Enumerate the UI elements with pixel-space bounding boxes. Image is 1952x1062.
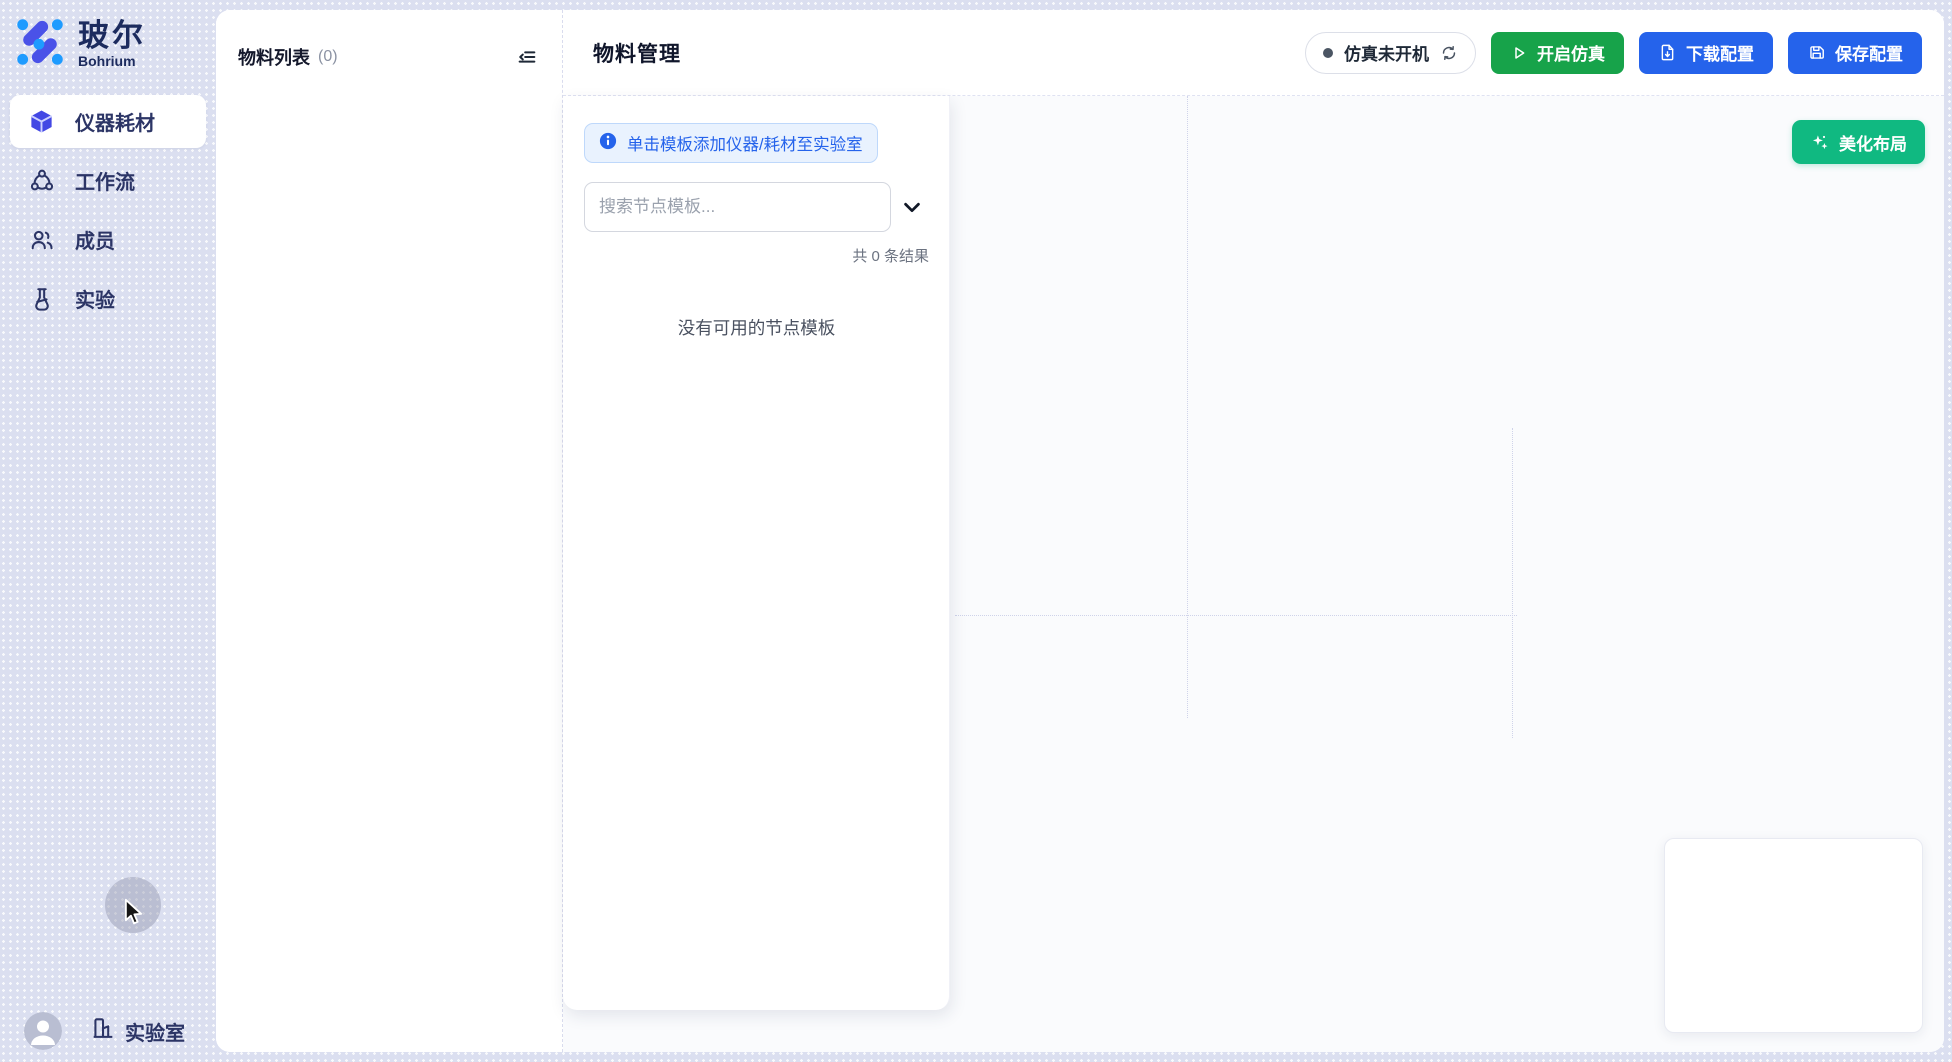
building-icon (90, 1015, 116, 1047)
sidebar-footer: 实验室 (0, 1012, 216, 1050)
template-hint-text: 单击模板添加仪器/耗材至实验室 (627, 131, 863, 155)
material-list-count: (0) (318, 48, 338, 66)
sidebar-item-label: 实验 (75, 284, 115, 313)
members-icon (28, 226, 55, 253)
expand-templates-button[interactable] (895, 190, 929, 224)
header-actions: 仿真未开机 开启仿真 (1305, 32, 1922, 74)
status-dot-icon (1323, 48, 1333, 58)
collapse-panel-button[interactable] (512, 42, 542, 72)
chevron-down-icon (901, 196, 923, 218)
brand-name: 玻尔 Bohrium (78, 20, 146, 69)
cube-icon (28, 108, 55, 135)
canvas-guide-line (955, 615, 1517, 616)
canvas-guide-line (1512, 428, 1513, 738)
node-template-panel: 单击模板添加仪器/耗材至实验室 共 0 条结果 没有可用的节点模板 (563, 96, 950, 1010)
sidebar-item-label: 仪器耗材 (75, 107, 155, 136)
template-empty-text: 没有可用的节点模板 (584, 315, 929, 340)
template-result-count: 共 0 条结果 (584, 245, 929, 266)
collapse-panel-icon (516, 46, 538, 68)
material-list-panel: 物料列表 (0) (216, 10, 563, 1052)
template-search-input[interactable] (584, 182, 891, 232)
sidebar-item-workflow[interactable]: 工作流 (10, 154, 206, 207)
start-simulation-button[interactable]: 开启仿真 (1491, 32, 1624, 74)
simulation-status-pill[interactable]: 仿真未开机 (1305, 32, 1476, 74)
brand-logo: 玻尔 Bohrium (0, 0, 216, 73)
save-config-label: 保存配置 (1835, 40, 1903, 65)
download-config-label: 下载配置 (1686, 40, 1754, 65)
sidebar-item-label: 工作流 (75, 166, 135, 195)
template-hint-banner: 单击模板添加仪器/耗材至实验室 (584, 123, 878, 163)
material-list-title: 物料列表 (238, 44, 310, 70)
refresh-icon (1440, 44, 1458, 62)
template-search-row (584, 182, 929, 232)
avatar[interactable] (24, 1012, 62, 1050)
canvas-minimap[interactable] (1664, 838, 1923, 1033)
sidebar-item-instruments[interactable]: 仪器耗材 (10, 95, 206, 148)
main-card: 物料列表 (0) 物料管理 仿真未开机 (216, 10, 1944, 1052)
lab-switcher[interactable]: 实验室 (90, 1015, 185, 1047)
info-icon (599, 132, 617, 155)
sparkles-icon (1810, 132, 1830, 152)
simulation-status-text: 仿真未开机 (1344, 40, 1429, 65)
beautify-layout-button[interactable]: 美化布局 (1792, 120, 1925, 164)
workflow-icon (28, 167, 55, 194)
sidebar: 玻尔 Bohrium 仪器耗材 工作流 (0, 0, 216, 1062)
beautify-layout-label: 美化布局 (1839, 130, 1907, 155)
flow-canvas[interactable]: 单击模板添加仪器/耗材至实验室 共 0 条结果 没有可用的节点模板 (563, 96, 1944, 1052)
download-config-button[interactable]: 下载配置 (1639, 32, 1773, 74)
save-config-button[interactable]: 保存配置 (1788, 32, 1922, 74)
content-area: 物料管理 仿真未开机 (563, 10, 1944, 1052)
canvas-guide-line (1187, 96, 1188, 718)
brand-name-zh: 玻尔 (78, 20, 146, 53)
page-title: 物料管理 (593, 38, 681, 68)
play-icon (1510, 44, 1528, 62)
brand-name-en: Bohrium (78, 54, 146, 69)
sidebar-item-members[interactable]: 成员 (10, 213, 206, 266)
material-list-header: 物料列表 (0) (238, 42, 542, 72)
sidebar-nav: 仪器耗材 工作流 成员 (0, 95, 216, 325)
sidebar-item-experiments[interactable]: 实验 (10, 272, 206, 325)
experiment-icon (28, 285, 55, 312)
save-icon (1807, 43, 1826, 62)
content-header: 物料管理 仿真未开机 (563, 10, 1944, 96)
file-download-icon (1658, 43, 1677, 62)
start-simulation-label: 开启仿真 (1537, 40, 1605, 65)
refresh-status-button[interactable] (1440, 44, 1458, 62)
lab-label: 实验室 (125, 1017, 185, 1046)
sidebar-item-label: 成员 (75, 225, 115, 254)
bohrium-logo-icon (14, 16, 66, 73)
